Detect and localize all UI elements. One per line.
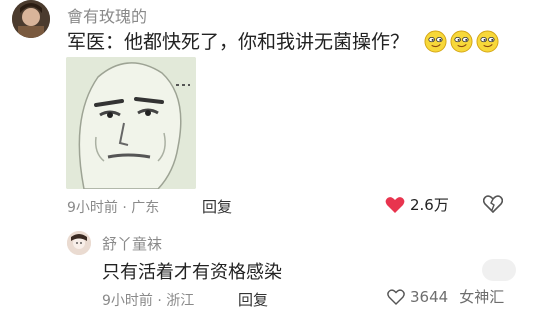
reply-button[interactable]: 回复 bbox=[202, 196, 232, 217]
reply-avatar[interactable] bbox=[67, 231, 91, 255]
smirk-emoji-icon bbox=[476, 30, 499, 53]
reply-reply-button[interactable]: 回复 bbox=[238, 289, 268, 310]
pill-badge bbox=[482, 259, 516, 281]
comment-meta: 9小时前 · 广东 bbox=[67, 200, 160, 216]
avatar-photo bbox=[12, 0, 50, 38]
smirk-emoji-icon bbox=[424, 30, 447, 53]
like-button[interactable]: 2.6万 bbox=[385, 194, 449, 215]
like-count: 2.6万 bbox=[410, 196, 449, 214]
reply-avatar-photo bbox=[67, 231, 91, 255]
heart-outline-icon bbox=[387, 288, 405, 305]
broken-heart-icon bbox=[482, 195, 504, 214]
comment-username[interactable]: 會有玫瑰的 bbox=[67, 3, 147, 27]
reply-text: 只有活着才有资格感染 bbox=[102, 262, 282, 283]
comment-text: 军医：他都快死了，你和我讲无菌操作？ bbox=[67, 31, 410, 53]
smirk-emoji-icon bbox=[450, 30, 473, 53]
watermark-count: 3644 bbox=[410, 287, 449, 306]
reply-username[interactable]: 舒丫童袜 bbox=[102, 233, 162, 254]
emoji-row bbox=[424, 30, 499, 53]
heart-icon bbox=[385, 196, 405, 213]
meme-sticker-image[interactable] bbox=[66, 57, 196, 189]
avatar[interactable] bbox=[12, 0, 50, 38]
watermark-text: 女神汇 bbox=[459, 288, 505, 306]
meme-face-drawing bbox=[66, 57, 196, 189]
dislike-button[interactable] bbox=[482, 195, 504, 217]
watermark: 3644 女神汇 bbox=[387, 286, 504, 307]
reply-meta: 9小时前 · 浙江 bbox=[102, 293, 195, 309]
